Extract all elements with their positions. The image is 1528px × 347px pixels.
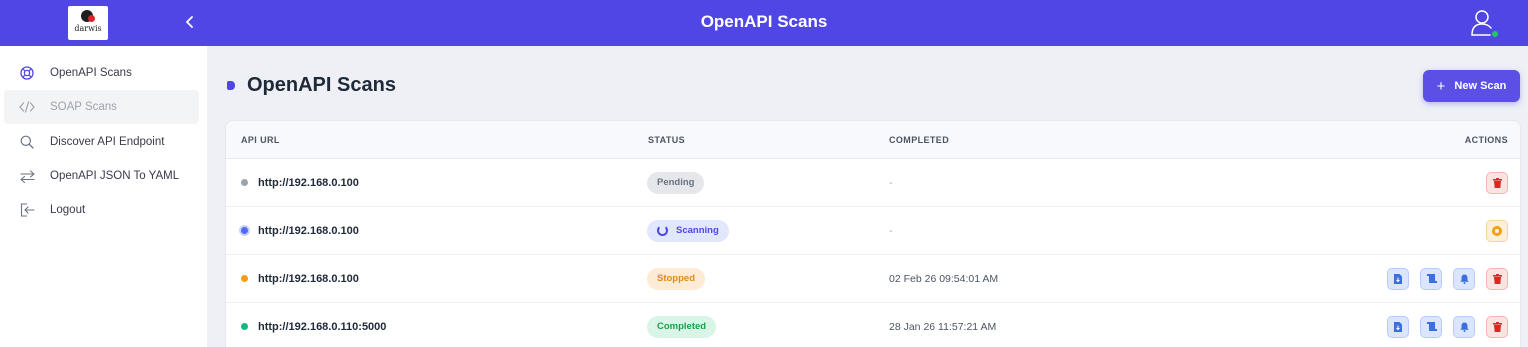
status-cell: Scanning [647,207,729,254]
sidebar-item-label: Logout [50,204,86,216]
row-actions [1486,207,1508,254]
trash-icon [1492,177,1502,188]
status-badge: Pending [647,171,705,194]
top-bar: darwis OpenAPI Scans [0,0,1528,46]
trash-icon [1492,321,1502,332]
column-header-status[interactable]: STATUS [648,121,685,159]
sidebar-item-label: OpenAPI JSON To YAML [50,170,180,182]
row-actions [1387,303,1508,347]
notify-button[interactable] [1453,315,1475,338]
code-icon [18,98,36,116]
download-report-button[interactable] [1387,315,1409,338]
api-url[interactable]: http://192.168.0.110:5000 [258,321,386,333]
title-bullet-icon [227,81,235,90]
sidebar-item-soap-scans[interactable]: SOAP Scans [4,90,199,124]
completed-time: 28 Jan 26 11:57:21 AM [889,320,997,333]
stop-scan-button[interactable] [1486,219,1508,242]
notify-button[interactable] [1453,267,1475,290]
url-cell: http://192.168.0.100 [241,207,359,254]
url-cell: http://192.168.0.100 [241,255,359,302]
scroll-icon [1426,274,1437,283]
main-content: OpenAPI Scans + New Scan API URL STATUS … [207,46,1528,347]
row-actions [1387,255,1508,302]
status-cell: Pending [647,159,705,206]
url-cell: http://192.168.0.100 [241,159,359,206]
completed-cell: 28 Jan 26 11:57:21 AM [889,303,996,347]
file-download-icon [1394,273,1402,284]
table-row[interactable]: http://192.168.0.110:5000 Completed 28 J… [226,303,1520,347]
sidebar-item-label: OpenAPI Scans [50,67,132,79]
status-dot [241,323,248,330]
row-actions [1486,159,1508,206]
download-report-button[interactable] [1387,267,1409,290]
spinner-icon [657,225,668,236]
plus-icon: + [1436,77,1446,95]
status-badge: Completed [647,315,717,338]
sidebar: OpenAPI Scans SOAP Scans Discover API En… [0,46,207,347]
status-cell: Completed [647,303,717,347]
url-cell: http://192.168.0.110:5000 [241,303,386,347]
status-dot [241,275,248,282]
page-header: OpenAPI Scans [227,74,396,97]
swap-icon [18,167,36,185]
delete-button[interactable] [1486,171,1508,194]
page-title: OpenAPI Scans [247,74,396,96]
logo-text: darwis [74,24,102,33]
api-url[interactable]: http://192.168.0.100 [258,177,359,189]
bell-icon [1459,322,1469,332]
api-url[interactable]: http://192.168.0.100 [258,273,359,285]
table-row[interactable]: http://192.168.0.100 Stopped 02 Feb 26 0… [226,255,1520,303]
status-dot [241,179,248,186]
status-badge: Scanning [647,219,729,242]
view-report-button[interactable] [1420,267,1442,290]
table-row[interactable]: http://192.168.0.100 Scanning - [226,207,1520,255]
status-label: Scanning [676,225,719,236]
online-status-dot [1491,30,1499,38]
sidebar-item-label: SOAP Scans [50,101,117,113]
status-badge: Stopped [647,267,705,290]
lifebuoy-icon [18,64,36,82]
completed-time: 02 Feb 26 09:54:01 AM [889,272,999,285]
delete-button[interactable] [1486,267,1508,290]
sidebar-item-logout[interactable]: Logout [4,193,199,227]
chevron-left-icon [186,16,193,28]
bell-icon [1459,274,1469,284]
scroll-icon [1426,322,1437,331]
completed-time: - [889,224,893,237]
scans-table: API URL STATUS COMPLETED ACTIONS http://… [225,120,1521,347]
table-row[interactable]: http://192.168.0.100 Pending - [226,159,1520,207]
file-download-icon [1394,321,1402,332]
completed-time: - [889,176,893,189]
app-title: OpenAPI Scans [700,12,828,31]
table-header: API URL STATUS COMPLETED ACTIONS [226,121,1520,159]
sidebar-item-openapi-json-to-yaml[interactable]: OpenAPI JSON To YAML [4,159,199,193]
sidebar-item-label: Discover API Endpoint [50,136,165,148]
app-logo[interactable]: darwis [68,6,108,40]
view-report-button[interactable] [1420,315,1442,338]
logo-mark-accent [88,15,95,22]
api-url[interactable]: http://192.168.0.100 [258,225,359,237]
completed-cell: - [889,207,893,254]
new-scan-button[interactable]: + New Scan [1423,70,1520,102]
completed-cell: 02 Feb 26 09:54:01 AM [889,255,998,302]
logout-icon [18,201,36,219]
search-icon [18,133,36,151]
stop-icon [1492,225,1502,236]
status-cell: Stopped [647,255,705,302]
sidebar-item-discover-api-endpoint[interactable]: Discover API Endpoint [4,125,199,159]
sidebar-item-openapi-scans[interactable]: OpenAPI Scans [4,56,199,90]
column-header-completed[interactable]: COMPLETED [889,121,949,159]
delete-button[interactable] [1486,315,1508,338]
status-dot [241,227,248,234]
user-menu-button[interactable] [1470,8,1500,40]
new-scan-label: New Scan [1454,80,1507,92]
completed-cell: - [889,159,893,206]
column-header-actions: ACTIONS [1464,135,1508,145]
sidebar-collapse-button[interactable] [180,12,200,32]
trash-icon [1492,273,1502,284]
column-header-api-url[interactable]: API URL [241,121,280,159]
